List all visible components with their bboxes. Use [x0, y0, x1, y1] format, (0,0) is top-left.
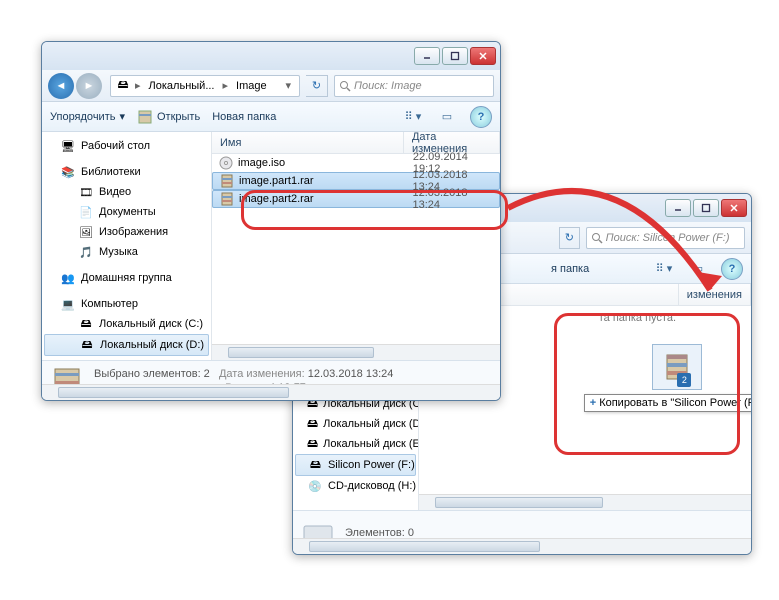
breadcrumb-part[interactable]: Локальный... [145, 80, 219, 92]
music-icon: 🎵 [78, 244, 94, 260]
tree-cd-drive[interactable]: 💿CD-дисковод (H:) [293, 476, 418, 496]
tree-documents[interactable]: 📄Документы [42, 202, 211, 222]
usb-drive-icon: 🖴 [308, 457, 323, 473]
view-options-icon[interactable]: ⠿ ▾ [402, 107, 424, 127]
disc-icon [218, 155, 234, 171]
video-icon: 🎞 [78, 184, 94, 200]
drive-icon: 🖴 [79, 337, 95, 353]
copy-tooltip: + Копировать в "Silicon Power (F:)" [584, 394, 752, 412]
document-icon: 📄 [78, 204, 94, 220]
help-button[interactable]: ? [470, 106, 492, 128]
preview-pane-icon[interactable]: ▭ [687, 259, 709, 279]
toolbar: Упорядочить ▾ Открыть Новая папка ⠿ ▾ ▭ … [42, 102, 500, 132]
tree-pictures[interactable]: 🖼Изображения [42, 222, 211, 242]
search-input[interactable]: Поиск: Image [334, 75, 494, 97]
nav-tree[interactable]: 🖥Рабочий стол 📚Библиотеки 🎞Видео 📄Докуме… [42, 132, 212, 360]
chevron-right-icon: ▸ [131, 79, 145, 92]
tree-desktop[interactable]: 🖥Рабочий стол [42, 136, 211, 156]
homegroup-icon: 👥 [60, 270, 76, 286]
minimize-button[interactable] [665, 199, 691, 217]
titlebar[interactable] [42, 42, 500, 70]
search-placeholder: Поиск: Silicon Power (F:) [606, 232, 730, 244]
library-icon: 📚 [60, 164, 76, 180]
computer-icon: 💻 [60, 296, 76, 312]
rar-icon [219, 191, 235, 207]
new-folder-button[interactable]: Новая папка [212, 111, 276, 123]
tree-libraries[interactable]: 📚Библиотеки [42, 162, 211, 182]
search-icon [591, 232, 603, 244]
close-button[interactable] [470, 47, 496, 65]
content-scrollbar[interactable] [419, 494, 751, 510]
back-button[interactable]: ◄ [48, 73, 74, 99]
tree-computer[interactable]: 💻Компьютер [42, 294, 211, 314]
tree-disk-e[interactable]: 🖴Локальный диск (E:) [293, 434, 418, 454]
empty-folder-message: та папка пуста. [599, 306, 751, 330]
tree-homegroup[interactable]: 👥Домашняя группа [42, 268, 211, 288]
tree-disk-e[interactable]: 🖴Локальный диск (E:) [42, 356, 211, 360]
tree-disk-d[interactable]: 🖴Локальный диск (D:) [44, 334, 209, 356]
tree-disk-d[interactable]: 🖴Локальный диск (D:) [293, 414, 418, 434]
desktop-icon: 🖥 [60, 138, 76, 154]
minimize-button[interactable] [414, 47, 440, 65]
file-row[interactable]: image.part2.rar 12.03.2018 13:24 [212, 190, 500, 208]
search-input[interactable]: Поиск: Silicon Power (F:) [586, 227, 745, 249]
maximize-button[interactable] [442, 47, 468, 65]
file-list[interactable]: Имя Дата изменения image.iso22.09.2014 1… [212, 132, 500, 360]
navbar: ◄ ► 🖴 ▸ Локальный... ▸ Image ▾ ↻ Поиск: … [42, 70, 500, 102]
drive-icon: 🖴 [307, 416, 318, 432]
file-name-text: image.iso [238, 157, 285, 169]
maximize-button[interactable] [693, 199, 719, 217]
organize-button[interactable]: Упорядочить ▾ [50, 110, 125, 123]
tree-disk-c[interactable]: 🖴Локальный диск (C:) [42, 314, 211, 334]
col-date[interactable]: изменения [679, 284, 751, 305]
drag-preview: 2 + Копировать в "Silicon Power (F:)" [584, 344, 752, 412]
breadcrumb-part[interactable]: Image [232, 80, 271, 92]
help-button[interactable]: ? [721, 258, 743, 280]
drag-count-badge: 2 [677, 373, 691, 387]
open-button[interactable]: Открыть [137, 109, 200, 125]
picture-icon: 🖼 [78, 224, 94, 240]
col-name[interactable]: Имя [212, 132, 404, 153]
chevron-down-icon[interactable]: ▾ [281, 79, 295, 92]
refresh-button[interactable]: ↻ [306, 75, 328, 97]
content-scrollbar[interactable] [212, 344, 500, 360]
drive-icon: 🖴 [78, 358, 94, 360]
drag-thumbnail: 2 [652, 344, 702, 390]
col-date[interactable]: Дата изменения [404, 132, 500, 153]
drive-icon: 🖴 [307, 436, 318, 452]
close-button[interactable] [721, 199, 747, 217]
view-options-icon[interactable]: ⠿ ▾ [653, 259, 675, 279]
forward-button[interactable]: ► [76, 73, 102, 99]
breadcrumb[interactable]: 🖴 ▸ Локальный... ▸ Image ▾ [110, 75, 300, 97]
disc-icon: 💿 [307, 478, 323, 494]
drive-icon: 🖴 [78, 316, 94, 332]
drive-icon: 🖴 [115, 78, 131, 94]
explorer-window-source[interactable]: ◄ ► 🖴 ▸ Локальный... ▸ Image ▾ ↻ Поиск: … [41, 41, 501, 401]
copy-tooltip-text: Копировать в "Silicon Power (F:)" [599, 397, 752, 409]
chevron-right-icon: ▸ [218, 79, 232, 92]
refresh-button[interactable]: ↻ [559, 227, 580, 249]
search-icon [339, 80, 351, 92]
new-folder-button[interactable]: я папка [551, 263, 589, 275]
tree-video[interactable]: 🎞Видео [42, 182, 211, 202]
rar-icon [219, 173, 235, 189]
file-date-text: 12.03.2018 13:24 [412, 187, 497, 211]
plus-icon: + [590, 397, 596, 409]
preview-pane-icon[interactable]: ▭ [436, 107, 458, 127]
tree-music[interactable]: 🎵Музыка [42, 242, 211, 262]
file-name-text: image.part2.rar [239, 193, 314, 205]
file-name-text: image.part1.rar [239, 175, 314, 187]
rar-icon [137, 109, 153, 125]
search-placeholder: Поиск: Image [354, 80, 422, 92]
tree-silicon-power[interactable]: 🖴Silicon Power (F:) [295, 454, 416, 476]
